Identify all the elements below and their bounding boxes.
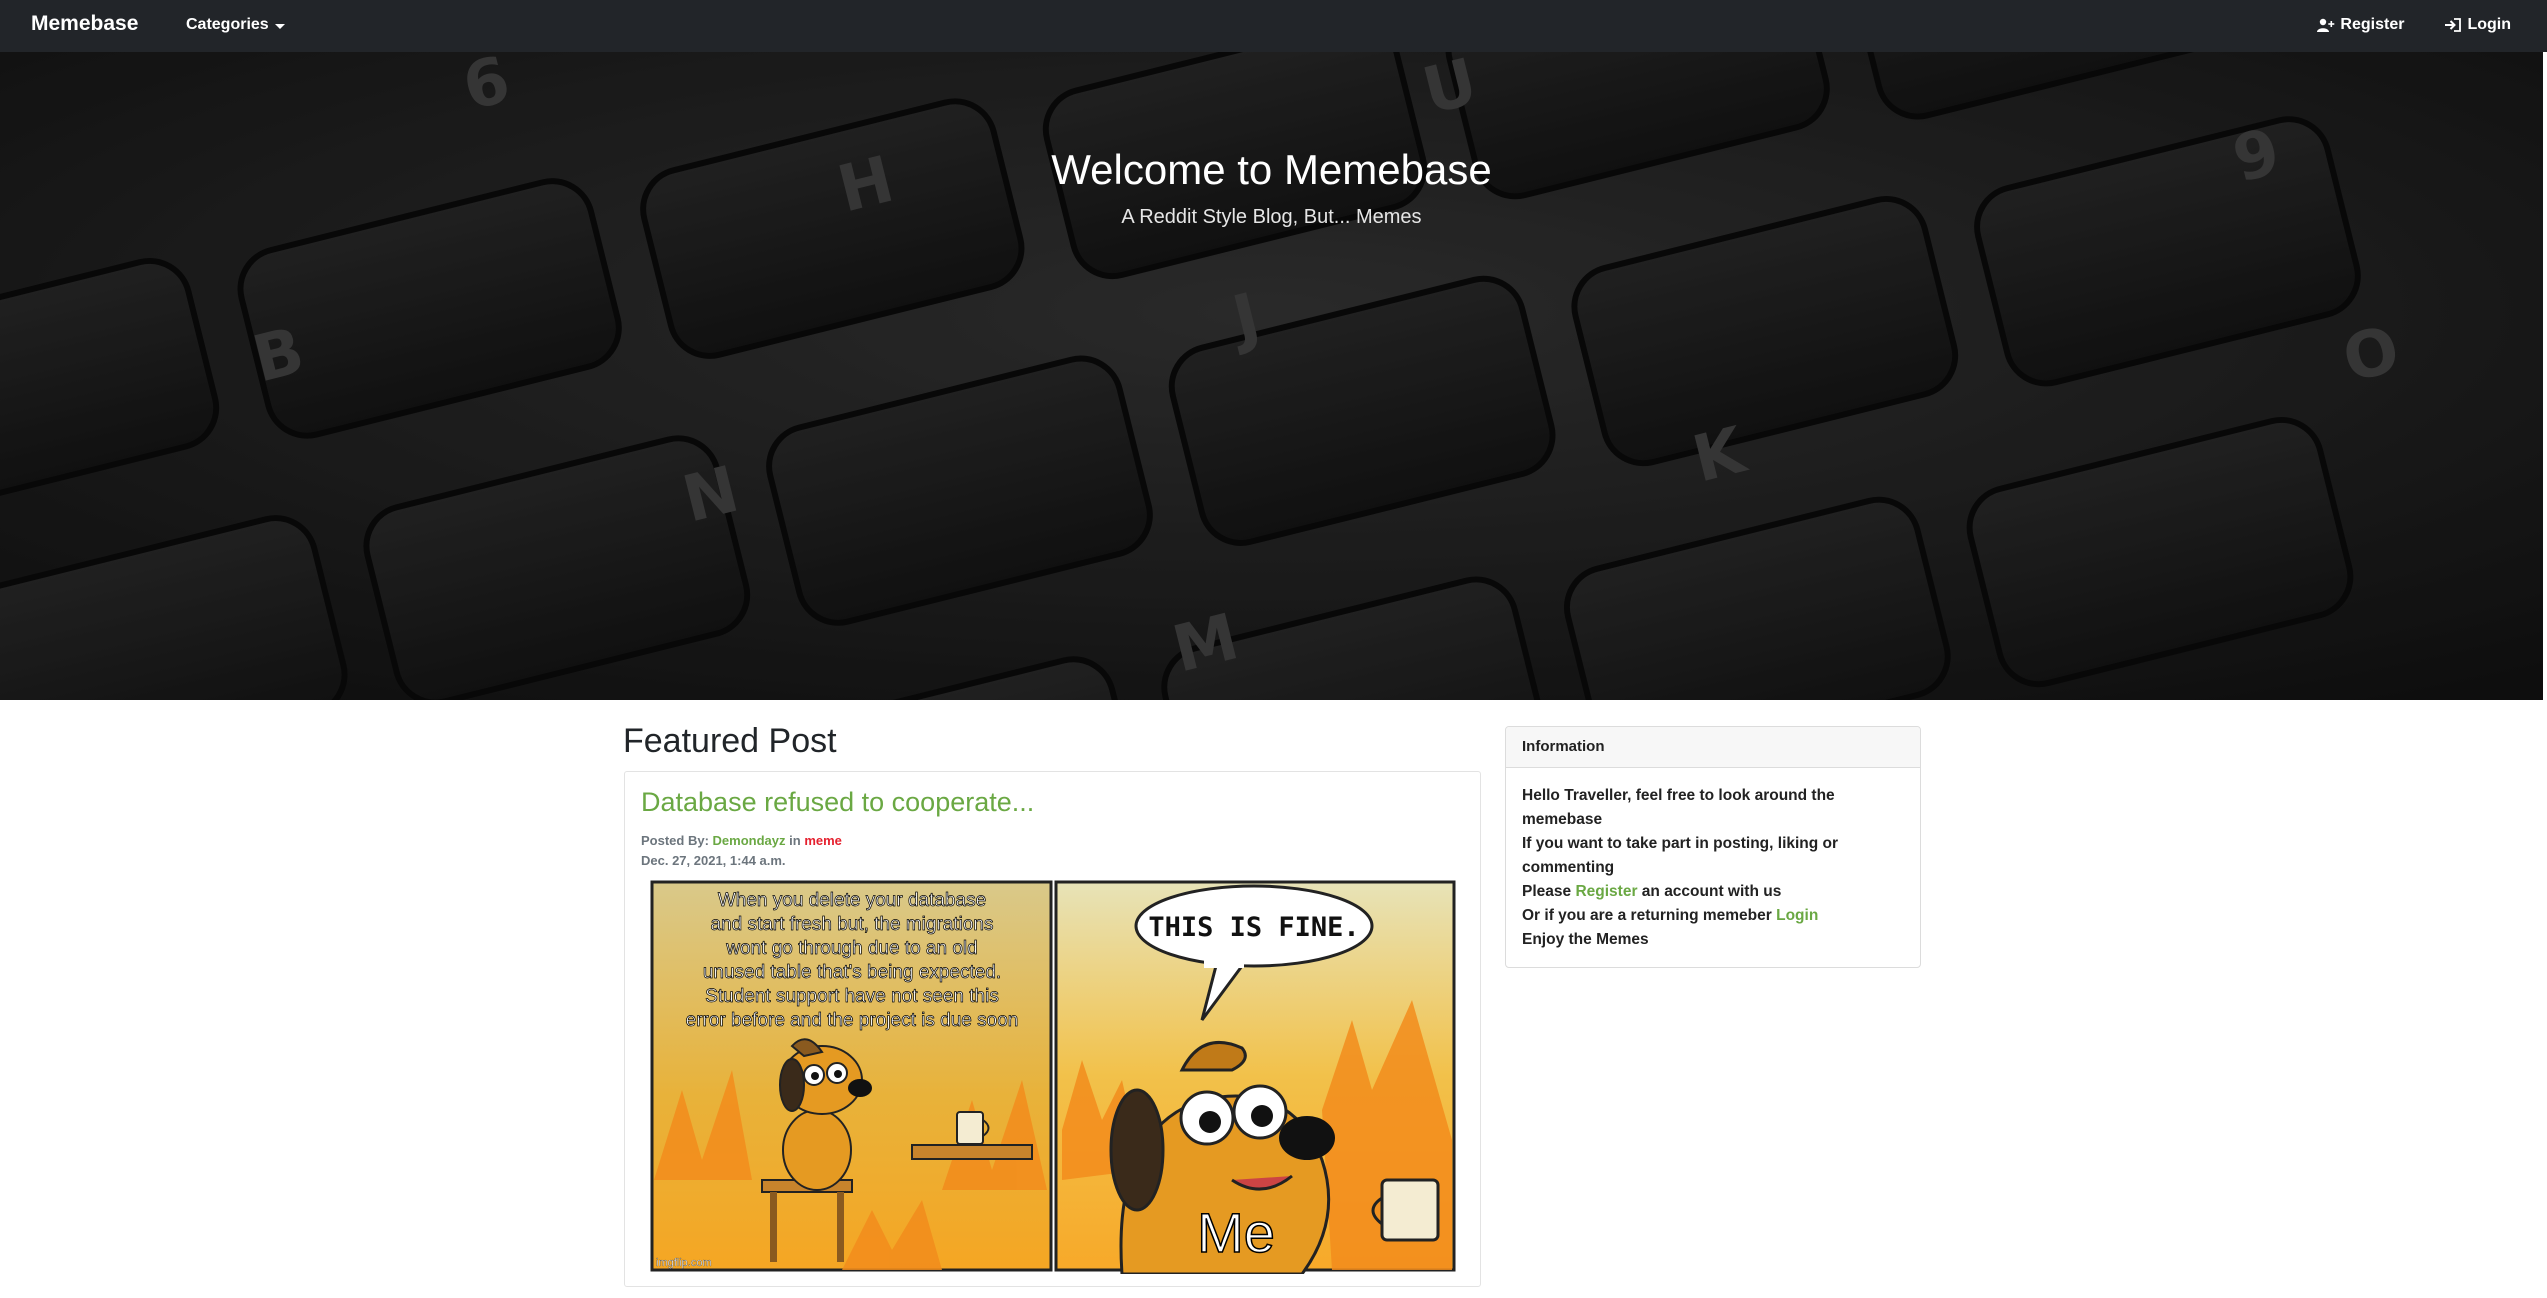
register-label: Register [2340, 16, 2405, 33]
register-link[interactable]: Register [2317, 16, 2404, 34]
info-line-register: Please Register an account with us [1522, 880, 1904, 904]
meme-image[interactable]: When you delete your database and start … [642, 880, 1462, 1274]
brand-logo[interactable]: Memebase [31, 12, 138, 36]
post-meta: Posted By: Demondayz in meme [641, 833, 842, 848]
posted-by-label: Posted By: [641, 833, 709, 848]
post-category-link[interactable]: meme [804, 833, 842, 848]
info-line-welcome: Hello Traveller, feel free to look aroun… [1522, 787, 1835, 828]
info-register-suffix: an account with us [1641, 883, 1782, 900]
info-login-prefix: Or if you are a returning memeber [1522, 907, 1772, 924]
meme-caption-line: Student support have not seen this [705, 986, 999, 1007]
post-author-link[interactable]: Demondayz [713, 833, 786, 848]
post-date: Dec. 27, 2021, 1:44 a.m. [641, 853, 786, 868]
meme-caption-line: When you delete your database [718, 890, 986, 911]
categories-dropdown[interactable]: Categories [186, 16, 285, 34]
meme-speech-bubble-text: THIS IS FINE. [1148, 912, 1359, 943]
user-plus-icon [2317, 18, 2335, 32]
login-link[interactable]: Login [2444, 16, 2511, 34]
hero-subtitle: A Reddit Style Blog, But... Memes [1121, 206, 1422, 228]
info-line-enjoy: Enjoy the Memes [1522, 931, 1649, 948]
in-label: in [789, 833, 801, 848]
hero-title: Welcome to Memebase [1051, 146, 1492, 193]
meme-caption-line: unused table that's being expected. [703, 962, 1001, 983]
hero-banner: 6 H U 9 B J O N K M Welcome to Memebase … [0, 52, 2543, 700]
info-line-participate: If you want to take part in posting, lik… [1522, 835, 1839, 876]
post-title-link[interactable]: Database refused to cooperate... [641, 787, 1034, 818]
login-label: Login [2467, 16, 2511, 33]
information-card: Information Hello Traveller, feel free t… [1505, 726, 1921, 968]
featured-post-card: Database refused to cooperate... Posted … [624, 771, 1481, 1287]
meme-me-label: Me [1197, 1201, 1275, 1264]
nav-auth-links: Register Login [2317, 16, 2511, 34]
info-register-link[interactable]: Register [1575, 883, 1637, 900]
information-card-body: Hello Traveller, feel free to look aroun… [1506, 768, 1920, 952]
information-card-header: Information [1506, 727, 1920, 768]
categories-label: Categories [186, 16, 269, 33]
chevron-down-icon [274, 23, 285, 29]
sign-in-icon [2445, 18, 2462, 32]
meme-caption-line: error before and the project is due soon [686, 1010, 1019, 1031]
info-line-login: Or if you are a returning memeber Login [1522, 904, 1904, 928]
featured-section-title: Featured Post [623, 722, 837, 760]
info-login-link[interactable]: Login [1776, 907, 1818, 924]
meme-caption-line: wont go through due to an old [725, 938, 977, 959]
meme-watermark: imgflip.com [656, 1257, 712, 1269]
meme-caption-line: and start fresh but, the migrations [710, 914, 993, 935]
info-register-prefix: Please [1522, 883, 1572, 900]
top-navbar: Memebase Categories Register Login [0, 0, 2547, 52]
